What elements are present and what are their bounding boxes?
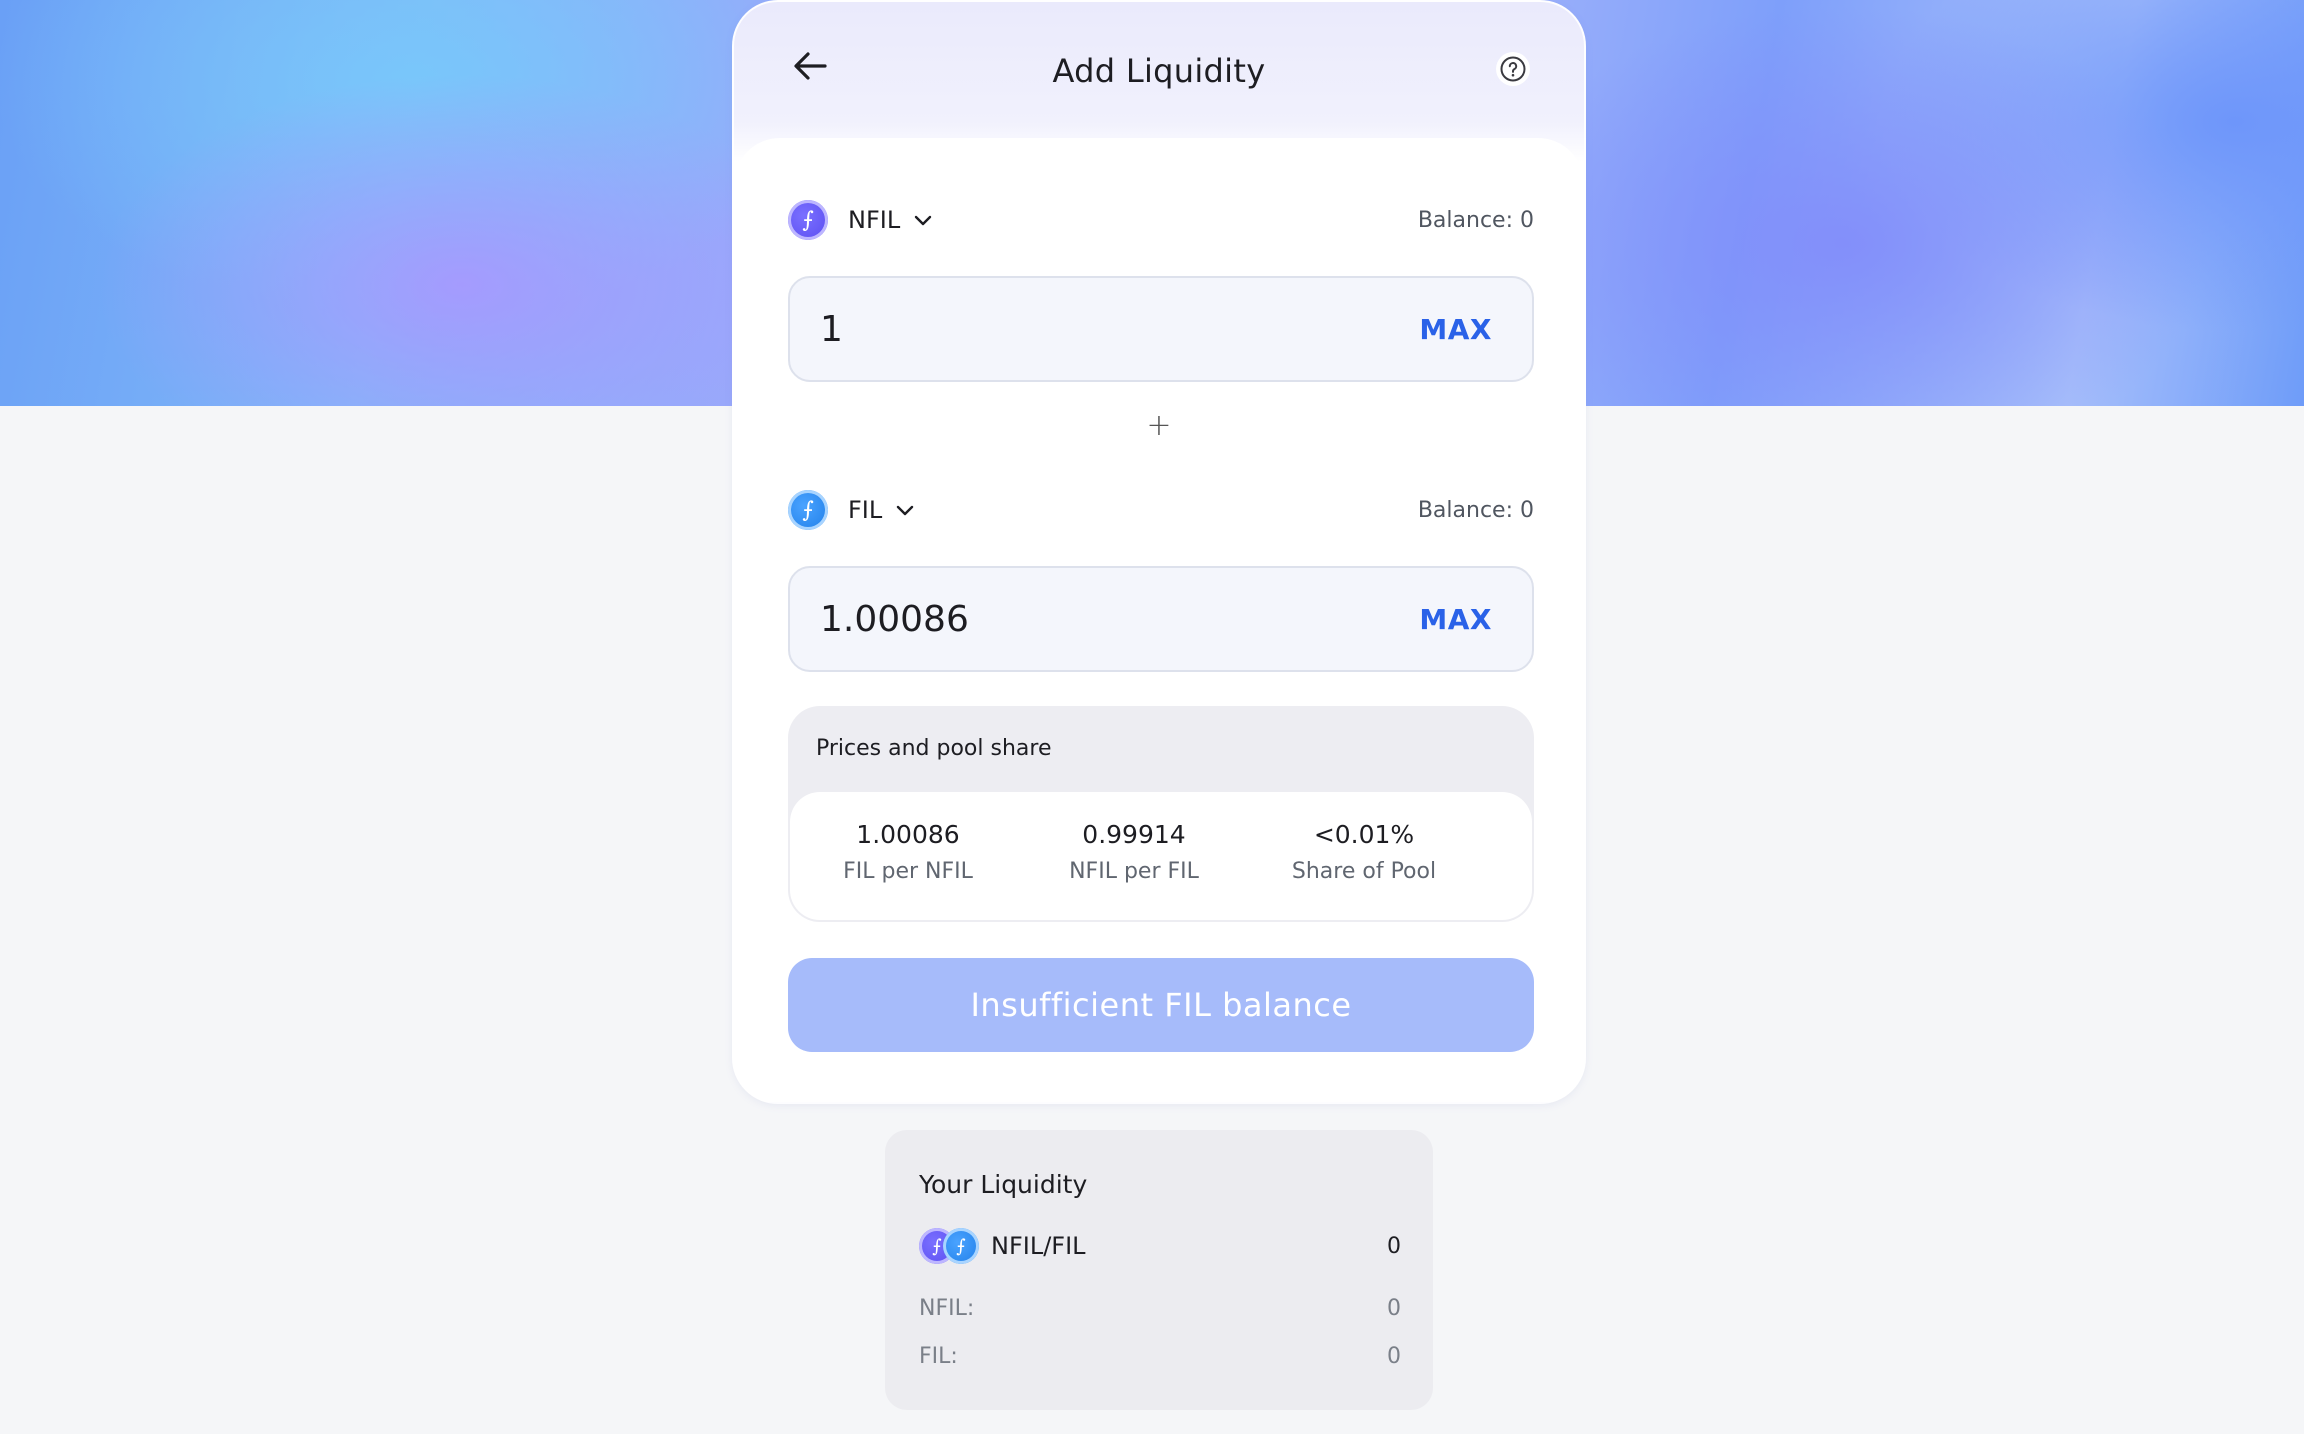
chevron-down-icon [912, 209, 934, 231]
question-circle-icon [1500, 56, 1526, 82]
chevron-down-icon [894, 499, 916, 521]
card-header: Add Liquidity [734, 2, 1584, 140]
liquidity-row-value: 0 [1387, 1344, 1401, 1369]
liquidity-row-nfil: NFIL: 0 [919, 1296, 1401, 1321]
pair-icons: ⨍ ⨍ [919, 1228, 981, 1264]
liquidity-row-label: FIL: [919, 1344, 958, 1369]
token-b-max-button[interactable]: MAX [1419, 603, 1492, 636]
token-a-symbol: NFIL [848, 206, 901, 234]
liquidity-pair-row: ⨍ ⨍ NFIL/FIL 0 [919, 1226, 1401, 1266]
token-b-balance: Balance: 0 [1417, 497, 1534, 523]
page: Add Liquidity ⨍ NFIL Balance: 0 1 MAX + … [0, 0, 2304, 1434]
prices-panel: Prices and pool share 1.00086 FIL per NF… [788, 706, 1534, 922]
price-item: <0.01% Share of Pool [1276, 820, 1452, 884]
token-a-row: ⨍ NFIL Balance: 0 [788, 198, 1534, 242]
insufficient-balance-button[interactable]: Insufficient FIL balance [788, 958, 1534, 1052]
liquidity-row-label: NFIL: [919, 1296, 975, 1321]
price-label: FIL per NFIL [843, 859, 973, 884]
prices-values: 1.00086 FIL per NFIL 0.99914 NFIL per FI… [790, 792, 1532, 920]
liquidity-row-value: 0 [1387, 1296, 1401, 1321]
pair-amount: 0 [1387, 1233, 1401, 1259]
fil-token-icon: ⨍ [943, 1228, 979, 1264]
token-b-row: ⨍ FIL Balance: 0 [788, 488, 1534, 532]
card-body: ⨍ NFIL Balance: 0 MAX + ⨍ FIL [734, 138, 1584, 1102]
token-a-amount-input[interactable] [820, 308, 1420, 350]
help-button[interactable] [1496, 52, 1530, 86]
token-b-amount-box: MAX [788, 566, 1534, 672]
token-b-amount-input[interactable] [820, 598, 1420, 640]
token-a-amount-box: MAX [788, 276, 1534, 382]
price-value: <0.01% [1313, 820, 1415, 849]
your-liquidity-title: Your Liquidity [919, 1170, 1088, 1199]
price-label: Share of Pool [1291, 859, 1437, 884]
token-a-select[interactable]: ⨍ NFIL [788, 200, 934, 240]
price-label: NFIL per FIL [1069, 859, 1199, 884]
fil-token-icon: ⨍ [788, 490, 828, 530]
price-value: 0.99914 [1082, 820, 1186, 849]
add-liquidity-card: Add Liquidity ⨍ NFIL Balance: 0 1 MAX + … [732, 0, 1586, 1104]
token-a-max-button[interactable]: MAX [1419, 313, 1492, 346]
price-value: 1.00086 [856, 820, 960, 849]
liquidity-row-fil: FIL: 0 [919, 1344, 1401, 1369]
your-liquidity-panel: Your Liquidity ⨍ ⨍ NFIL/FIL 0 NFIL: 0 FI… [885, 1130, 1433, 1410]
token-b-select[interactable]: ⨍ FIL [788, 490, 916, 530]
nfil-token-icon: ⨍ [788, 200, 828, 240]
pair-name: NFIL/FIL [991, 1232, 1086, 1260]
page-title: Add Liquidity [1052, 52, 1266, 90]
plus-icon: + [1146, 408, 1172, 443]
token-a-balance: Balance: 0 [1417, 207, 1534, 233]
price-item: 0.99914 NFIL per FIL [1046, 820, 1222, 884]
token-b-symbol: FIL [848, 496, 883, 524]
price-item: 1.00086 FIL per NFIL [820, 820, 996, 884]
prices-title: Prices and pool share [816, 736, 1052, 761]
